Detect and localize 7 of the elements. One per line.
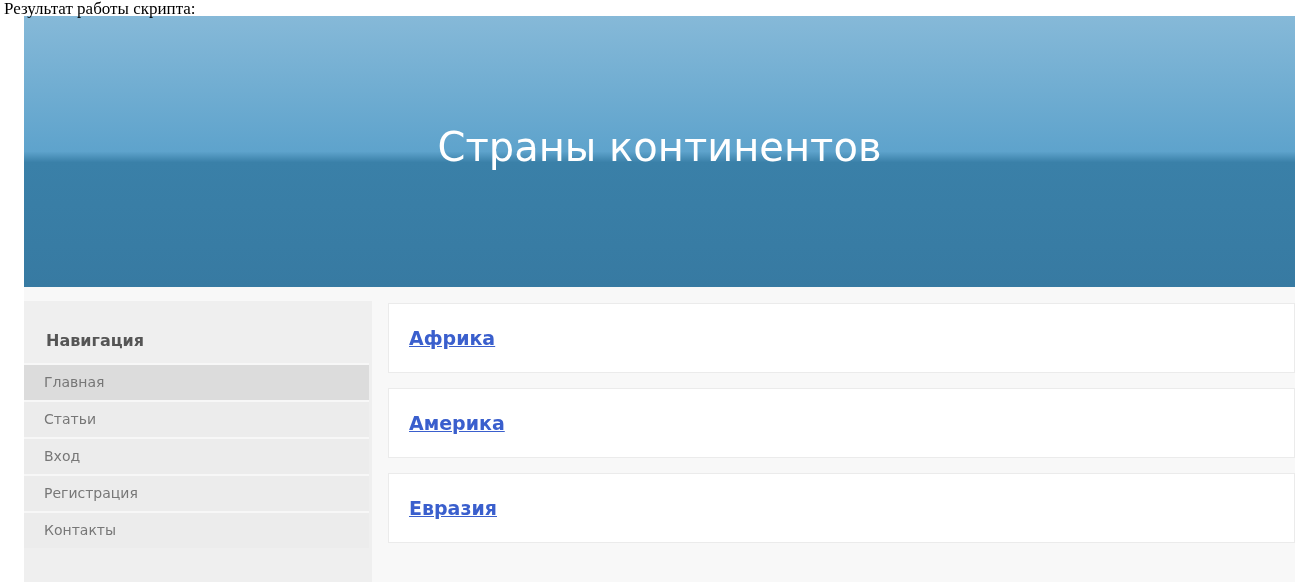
continent-link[interactable]: Америка bbox=[409, 408, 505, 438]
continent-link[interactable]: Африка bbox=[409, 323, 496, 353]
site-title: Страны континентов bbox=[437, 122, 882, 172]
caption: Результат работы скрипта: bbox=[3, 0, 197, 16]
continent-link[interactable]: Евразия bbox=[409, 493, 497, 523]
nav-item[interactable]: Главная bbox=[24, 363, 369, 400]
sidebar-heading: Навигация bbox=[45, 330, 146, 352]
